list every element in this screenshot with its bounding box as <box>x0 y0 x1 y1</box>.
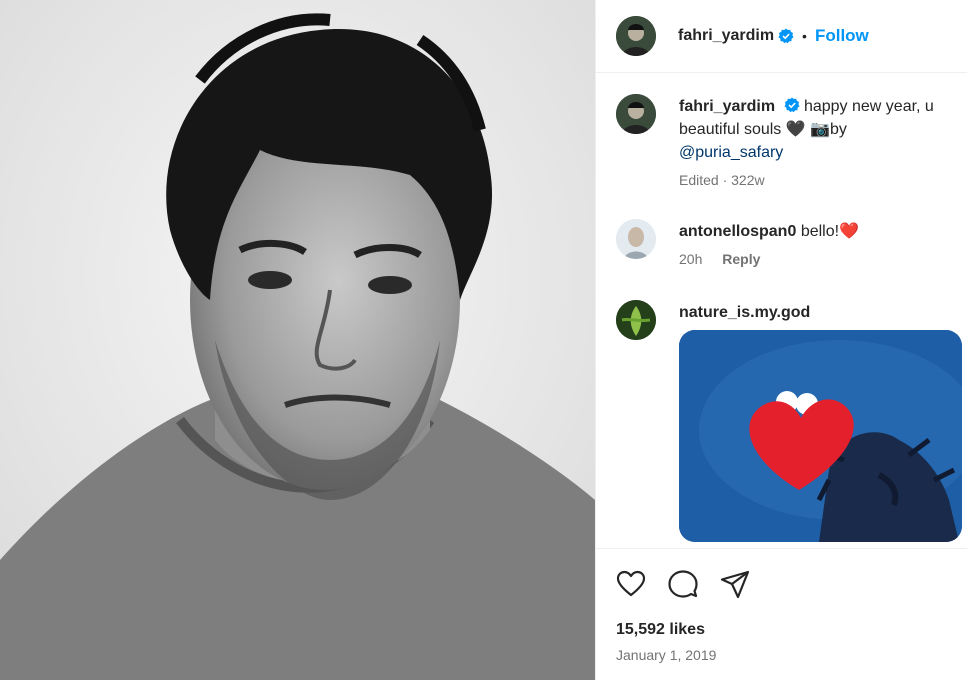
comment-text: bello!❤️ <box>800 223 859 240</box>
likes-count[interactable]: 15,592 likes <box>616 621 705 639</box>
separator-dot: • <box>802 28 807 44</box>
follow-button[interactable]: Follow <box>815 26 869 46</box>
heart-monster-image <box>679 330 962 542</box>
portrait-image <box>0 0 595 680</box>
comment-username[interactable]: nature_is.my.god <box>679 304 810 321</box>
caption-meta: Edited · 322w <box>679 172 765 188</box>
post-actions: 15,592 likes January 1, 2019 <box>596 548 967 680</box>
commenter-avatar[interactable] <box>616 300 656 340</box>
comment-gif[interactable] <box>679 330 962 542</box>
post-date[interactable]: January 1, 2019 <box>616 647 716 663</box>
post-header: fahri_yardim • Follow <box>596 0 967 73</box>
caption-mention-link[interactable]: @puria_safary <box>679 144 783 161</box>
commenter-avatar[interactable] <box>616 219 656 259</box>
reply-button[interactable]: Reply <box>722 251 760 267</box>
comment-icon[interactable] <box>668 569 698 599</box>
post-side-panel: fahri_yardim • Follow fahri_yardim happy… <box>595 0 967 680</box>
comments-list[interactable]: fahri_yardim happy new year, u beautiful… <box>596 74 967 548</box>
heart-icon[interactable] <box>616 569 646 599</box>
author-username[interactable]: fahri_yardim <box>678 27 774 45</box>
post-photo[interactable] <box>0 0 595 680</box>
verified-icon <box>784 97 799 113</box>
author-avatar[interactable] <box>616 16 656 56</box>
caption-avatar[interactable] <box>616 94 656 134</box>
verified-icon <box>778 28 794 44</box>
comment-time: 20h <box>679 251 703 267</box>
caption-username[interactable]: fahri_yardim <box>679 98 775 115</box>
share-icon[interactable] <box>720 569 750 599</box>
comment-username[interactable]: antonellospan0 <box>679 223 796 240</box>
